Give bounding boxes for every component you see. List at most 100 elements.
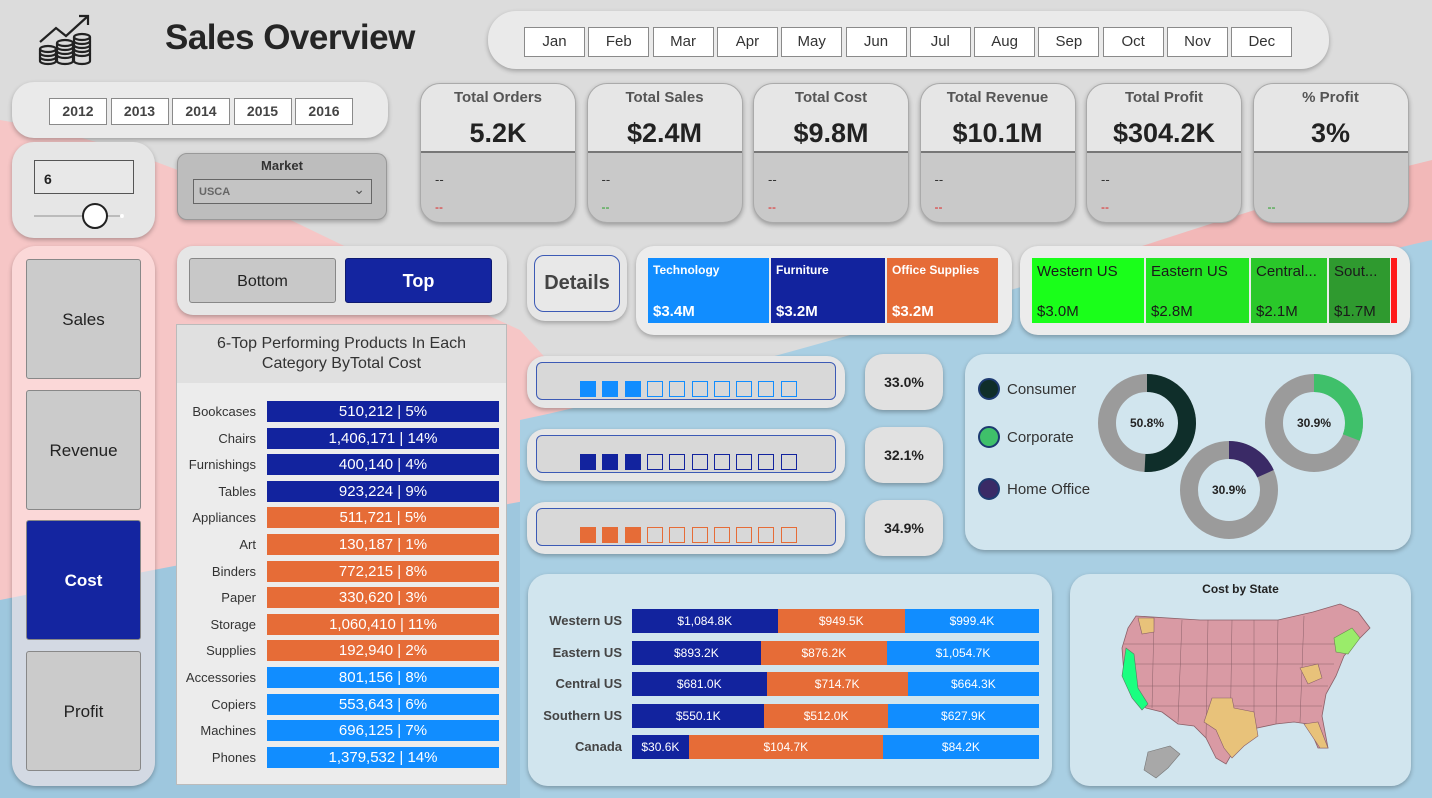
product-bar: 923,224 | 9% (267, 480, 499, 502)
region-tile-name: Sout... (1334, 263, 1378, 280)
category-tile-value: $3.2M (892, 303, 934, 320)
stacked-bar-segment[interactable]: $999.4K (904, 609, 1039, 633)
stacked-bar-segment[interactable]: $714.7K (766, 672, 908, 696)
details-button[interactable]: Details (534, 255, 620, 312)
region-stacked-bar-row: Southern US $550.1K $512.0K $627.9K (0, 703, 1100, 728)
progress-square-empty (669, 381, 686, 397)
donut-corporate[interactable]: 30.9% (1265, 374, 1363, 472)
page-title: Sales Overview (165, 18, 415, 57)
product-bar: 772,215 | 8% (267, 560, 499, 582)
product-bar-row: Furnishings 400,140 | 4% (176, 453, 506, 476)
progress-square-empty (646, 527, 663, 543)
kpi-value: $9.8M (793, 118, 869, 148)
market-dropdown[interactable]: USCA ⌄ (193, 179, 372, 204)
region-tile[interactable]: Eastern US $2.8M (1146, 258, 1249, 323)
stacked-bar-segment[interactable]: $512.0K (764, 703, 888, 728)
region-tile-value: $2.1M (1256, 303, 1298, 320)
stacked-bar-segment[interactable]: $30.6K (632, 735, 689, 759)
top-toggle-button[interactable]: Top (345, 258, 492, 303)
kpi-value: $2.4M (626, 118, 703, 148)
top-n-input[interactable]: 6 (34, 160, 134, 194)
product-bar-row: Chairs 1,406,171 | 14% (176, 427, 506, 450)
share-percentage: 32.1% (865, 427, 943, 483)
nav-button-revenue[interactable]: Revenue (26, 389, 141, 510)
us-state-map (1121, 603, 1371, 779)
stacked-bar-segment[interactable]: $550.1K (632, 703, 765, 728)
progress-square-filled (624, 381, 641, 397)
month-button-aug[interactable]: Aug (974, 27, 1036, 57)
category-tile-technology[interactable]: Technology $3.4M (648, 258, 769, 323)
region-tile-name: Eastern US (1151, 263, 1228, 280)
share-progress-bar (536, 435, 836, 473)
month-button-may[interactable]: May (781, 27, 843, 57)
year-button-2013[interactable]: 2013 (110, 98, 169, 125)
month-button-feb[interactable]: Feb (588, 27, 650, 57)
product-category-label: Chairs (218, 430, 256, 446)
year-button-2012[interactable]: 2012 (49, 98, 107, 125)
year-button-2016[interactable]: 2016 (295, 98, 353, 125)
year-button-2014[interactable]: 2014 (172, 98, 230, 125)
month-button-apr[interactable]: Apr (716, 27, 778, 57)
stacked-bar-segment[interactable]: $949.5K (777, 609, 905, 633)
category-tile-furniture[interactable]: Furniture $3.2M (771, 258, 885, 323)
nav-button-label: Revenue (49, 440, 118, 460)
stacked-bar-segment[interactable]: $1,054.7K (887, 640, 1039, 665)
kpi-comparison-value: -- (934, 172, 944, 187)
progress-square-empty (780, 454, 797, 470)
alaska-state (1143, 745, 1181, 779)
category-tile-value: $3.2M (776, 303, 818, 320)
bottom-toggle-button[interactable]: Bottom (189, 258, 336, 303)
month-button-jan[interactable]: Jan (524, 27, 585, 57)
month-button-dec[interactable]: Dec (1231, 27, 1293, 57)
month-button-mar[interactable]: Mar (652, 27, 714, 57)
month-button-jul[interactable]: Jul (909, 27, 971, 57)
progress-square-empty (780, 527, 797, 543)
month-button-sep[interactable]: Sep (1038, 27, 1100, 57)
stacked-bar-segment[interactable]: $664.3K (907, 672, 1039, 696)
kpi-change-indicator: -- (768, 200, 776, 214)
progress-square-empty (736, 381, 753, 397)
stacked-bar-segment[interactable]: $1,084.8K (632, 609, 778, 633)
kpi-value: 5.2K (469, 118, 527, 148)
stacked-bar-segment[interactable]: $104.7K (688, 735, 883, 759)
month-button-oct[interactable]: Oct (1102, 27, 1164, 57)
kpi-label: Total Profit (1124, 89, 1204, 106)
product-category-label: Tables (218, 483, 256, 499)
stacked-bar-segment[interactable]: $84.2K (882, 735, 1039, 759)
kpi-change-indicator: -- (1267, 200, 1276, 214)
share-percentage: 34.9% (865, 500, 943, 556)
state-map-title: Cost by State (1202, 582, 1279, 596)
stacked-bar-segment[interactable]: $627.9K (887, 703, 1039, 728)
region-tile-name: Central... (1256, 263, 1317, 280)
donut-home-office[interactable]: 30.9% (1180, 441, 1278, 539)
region-tile[interactable]: Central... $2.1M (1251, 258, 1327, 323)
nav-button-label: Cost (64, 571, 103, 591)
product-bar-row: Tables 923,224 | 9% (176, 480, 506, 503)
kpi-card-total-orders: Total Orders 5.2K -- -- (420, 83, 576, 223)
product-bar-row: Appliances 511,721 | 5% (176, 506, 506, 529)
region-bar-label: Central US (555, 676, 622, 691)
stacked-bar-segment[interactable]: $681.0K (632, 672, 767, 696)
progress-square-empty (713, 454, 730, 470)
region-stacked-bar-row: Canada $30.6K $104.7K $84.2K (0, 735, 1100, 759)
nav-button-sales[interactable]: Sales (26, 259, 141, 379)
top-n-slider-track[interactable] (34, 215, 124, 217)
product-bar-row: Art 130,187 | 1% (176, 533, 506, 556)
category-tile-office-supplies[interactable]: Office Supplies $3.2M (887, 258, 998, 323)
donut-label: 30.9% (1212, 483, 1246, 497)
stacked-bar-segment[interactable]: $893.2K (632, 640, 761, 665)
kpi-comparison-value: -- (435, 172, 444, 187)
region-tile[interactable]: Western US $3.0M (1032, 258, 1144, 323)
region-tile[interactable]: Sout... $1.7M (1329, 258, 1390, 323)
progress-square-empty (691, 381, 708, 397)
kpi-label: Total Cost (794, 89, 868, 106)
donut-consumer[interactable]: 50.8% (1098, 374, 1196, 472)
stacked-bar-segment[interactable]: $876.2K (760, 640, 887, 665)
region-tile-value: $3.0M (1037, 303, 1079, 320)
product-bar-row: Paper 330,620 | 3% (176, 586, 506, 609)
top-n-slider-handle[interactable] (82, 203, 108, 229)
year-button-2015[interactable]: 2015 (233, 98, 292, 125)
month-button-jun[interactable]: Jun (845, 27, 907, 57)
month-button-nov[interactable]: Nov (1167, 27, 1228, 57)
kpi-label: Total Orders (453, 89, 543, 106)
